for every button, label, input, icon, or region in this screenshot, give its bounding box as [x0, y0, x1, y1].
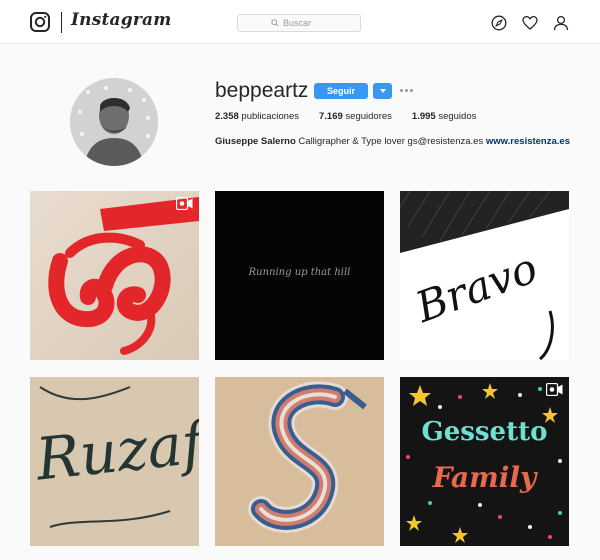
- video-camera-icon: [176, 197, 193, 210]
- video-camera-icon: [546, 383, 563, 396]
- post-tile-3[interactable]: Bravo: [400, 191, 569, 360]
- bio-full-name: Giuseppe Salerno: [215, 136, 296, 147]
- following-stat[interactable]: 1.995 seguidos: [412, 111, 476, 122]
- search-box[interactable]: [237, 14, 361, 32]
- bio-text: Calligrapher & Type lover gs@resistenza.…: [298, 136, 484, 147]
- profile-stats: 2.358 publicaciones 7.169 seguidores 1.9…: [215, 111, 476, 122]
- search-input[interactable]: [283, 18, 327, 28]
- logo-divider: [61, 12, 62, 33]
- post-caption-text: Running up that hill: [248, 267, 351, 278]
- search-icon: [271, 19, 279, 27]
- post-caption-text-bottom: Family: [432, 461, 537, 494]
- posts-stat: 2.358 publicaciones: [215, 111, 299, 122]
- person-icon[interactable]: [553, 15, 569, 31]
- follow-button[interactable]: Seguir: [314, 83, 368, 99]
- post-image-red-glyph: [30, 191, 199, 360]
- post-tile-2[interactable]: Running up that hill: [215, 191, 384, 360]
- profile-avatar: [70, 78, 158, 166]
- ellipsis-icon: [400, 88, 403, 92]
- post-image-striped-s: [248, 381, 367, 533]
- more-options-button[interactable]: [400, 85, 413, 95]
- profile-bio: Giuseppe Salerno Calligrapher & Type lov…: [215, 136, 570, 147]
- post-tile-4[interactable]: Ruzaf: [30, 377, 199, 546]
- followers-stat[interactable]: 7.169 seguidores: [319, 111, 392, 122]
- follow-suggestions-dropdown-button[interactable]: [373, 83, 392, 99]
- top-navigation-bar: Instagram: [0, 0, 600, 44]
- post-tile-6[interactable]: Gessetto Family: [400, 377, 569, 546]
- instagram-camera-icon[interactable]: [30, 12, 50, 32]
- compass-icon[interactable]: [491, 15, 507, 31]
- chevron-down-icon: [379, 89, 386, 93]
- instagram-wordmark[interactable]: Instagram: [71, 10, 171, 30]
- bio-website-link[interactable]: www.resistenza.es: [486, 136, 570, 147]
- post-tile-1[interactable]: [30, 191, 199, 360]
- heart-icon[interactable]: [522, 15, 538, 31]
- post-tile-5[interactable]: S: [215, 377, 384, 546]
- post-caption-text-top: Gessetto: [421, 417, 548, 447]
- profile-username: beppeartz: [215, 79, 309, 102]
